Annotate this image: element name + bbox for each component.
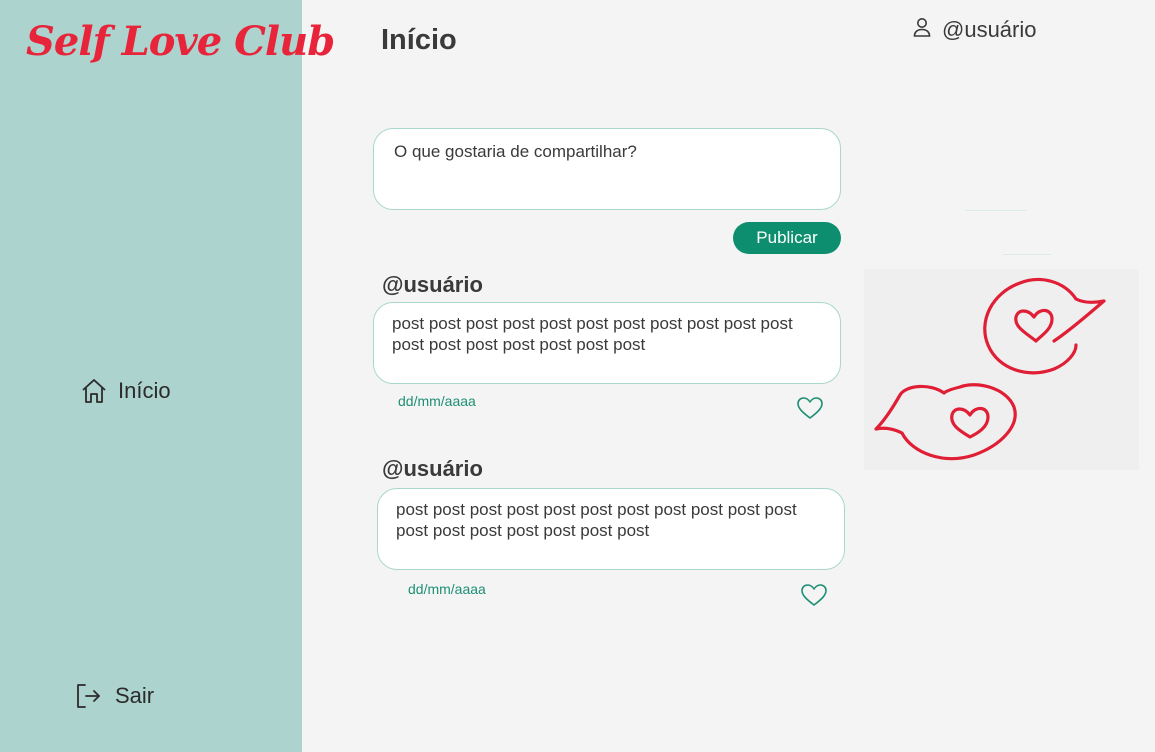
sidebar: Self Love Club Início Sair: [0, 0, 335, 752]
heart-bubbles-illustration: [864, 269, 1139, 470]
user-icon: [912, 16, 932, 44]
user-profile-link[interactable]: @usuário: [912, 16, 1037, 44]
composer-placeholder: O que gostaria de compartilhar?: [394, 142, 637, 161]
post-text: post post post post post post post post …: [396, 500, 797, 540]
divider: [1003, 254, 1051, 255]
sidebar-item-inicio[interactable]: Início: [80, 377, 171, 405]
publish-button[interactable]: Publicar: [733, 222, 841, 254]
sidebar-item-label: Sair: [115, 683, 155, 708]
heart-icon[interactable]: [796, 396, 824, 425]
app-logo: Self Love Club: [26, 18, 335, 65]
post-content: post post post post post post post post …: [377, 488, 845, 570]
heart-icon[interactable]: [800, 583, 828, 612]
post-date: dd/mm/aaaa: [408, 581, 486, 597]
post-author[interactable]: @usuário: [382, 456, 483, 482]
post-text: post post post post post post post post …: [392, 314, 793, 354]
post-content: post post post post post post post post …: [373, 302, 841, 384]
home-icon: [80, 377, 108, 405]
post-composer-input[interactable]: O que gostaria de compartilhar?: [373, 128, 841, 210]
sidebar-item-label: Início: [118, 378, 171, 403]
username: @usuário: [942, 17, 1037, 42]
logout-icon: [75, 682, 103, 710]
post-date: dd/mm/aaaa: [398, 393, 476, 409]
page-title: Início: [381, 24, 457, 56]
divider: [965, 210, 1027, 211]
sidebar-item-sair[interactable]: Sair: [75, 682, 154, 710]
post-author[interactable]: @usuário: [382, 272, 483, 298]
